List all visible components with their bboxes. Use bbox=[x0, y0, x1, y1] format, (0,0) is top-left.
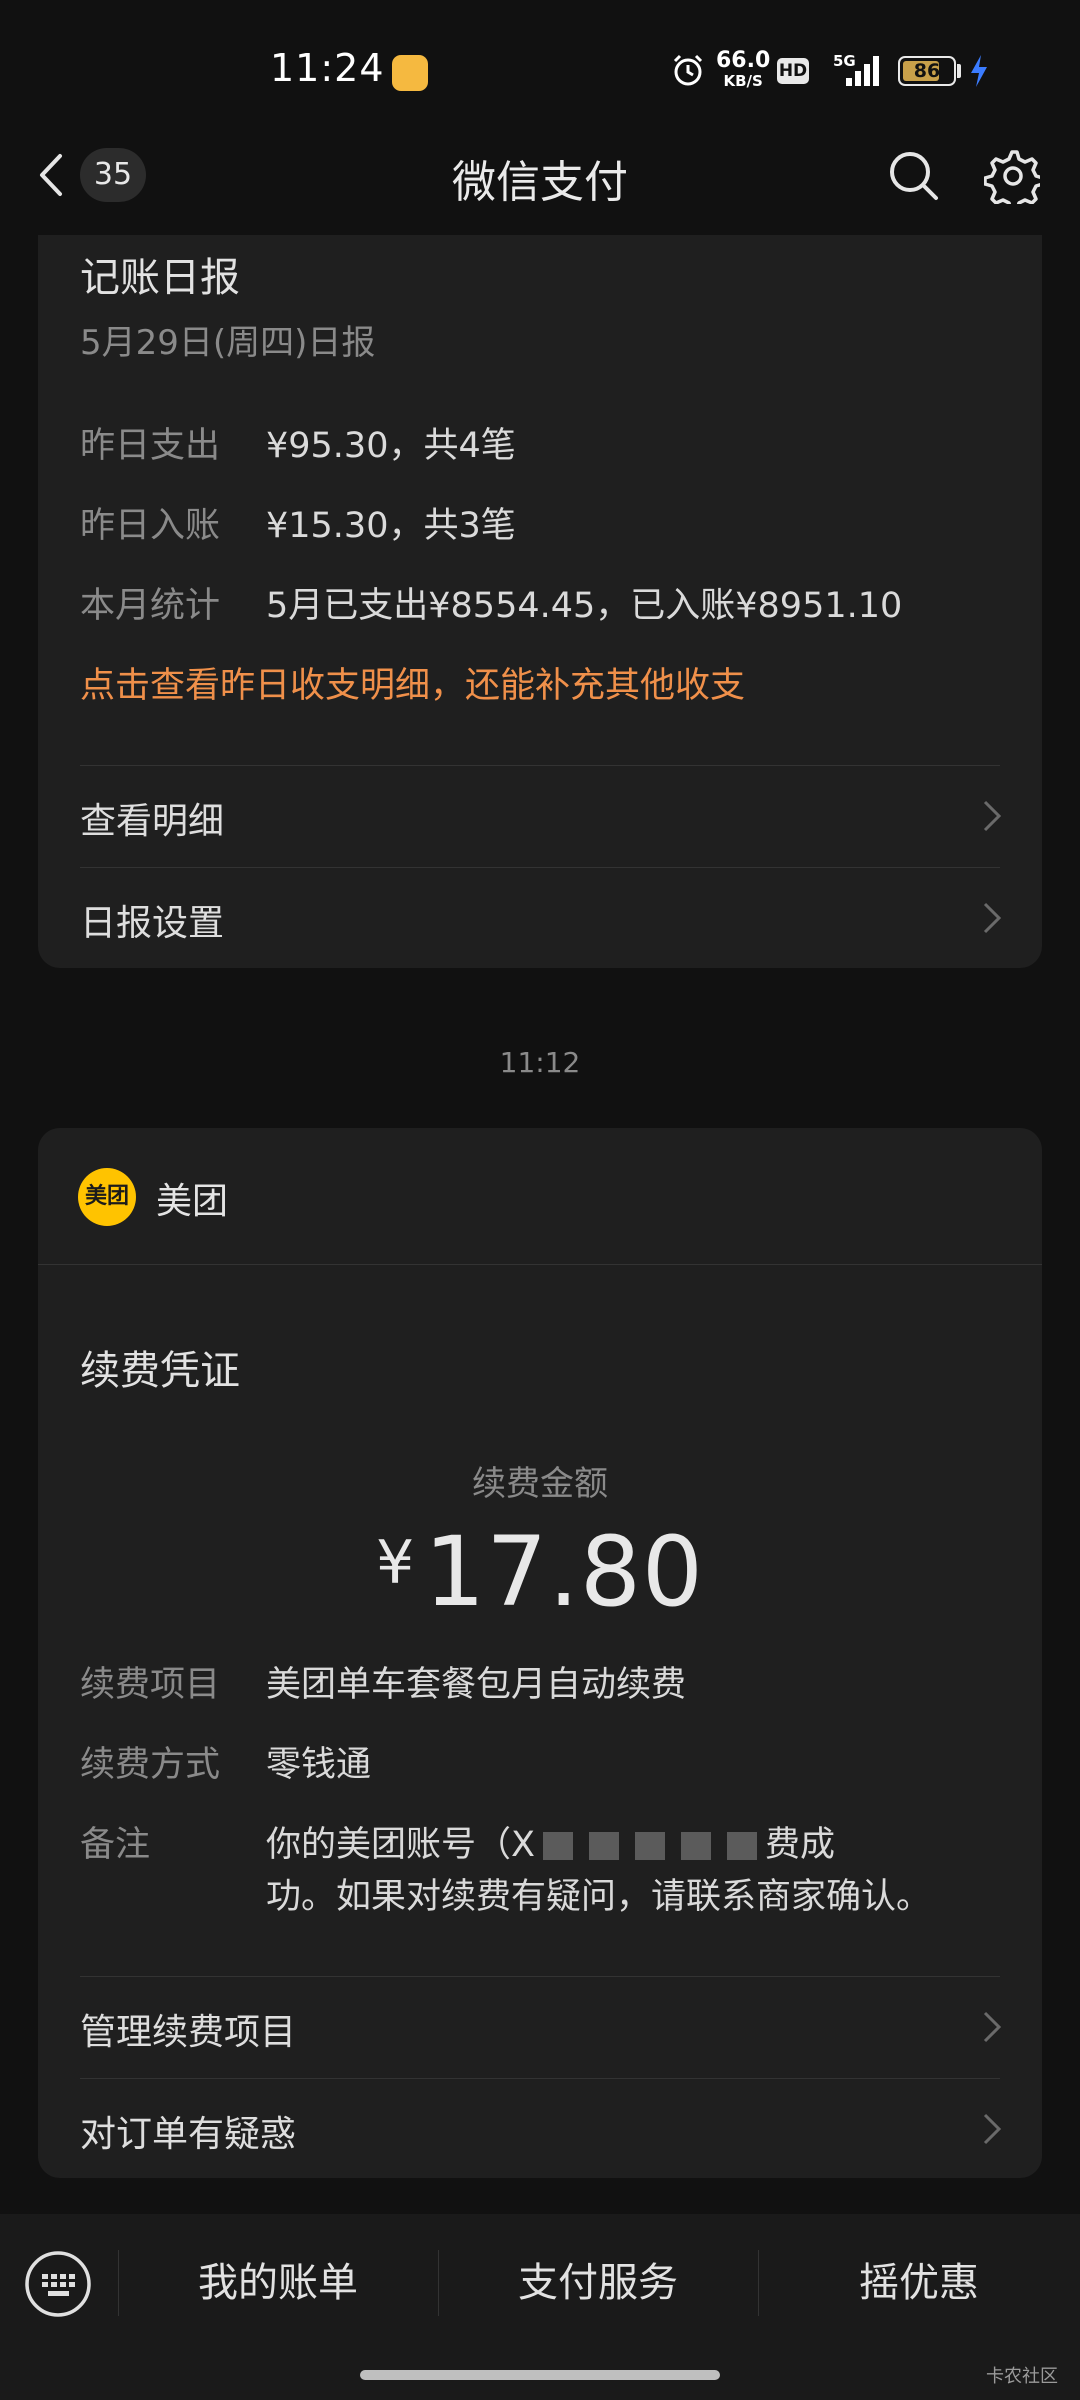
redacted-block bbox=[588, 1832, 619, 1860]
alarm-icon bbox=[673, 54, 703, 86]
report-settings-label: 日报设置 bbox=[80, 903, 225, 944]
order-question-link[interactable]: 对订单有疑惑 bbox=[80, 2079, 1002, 2179]
month-stats-value: 5月已支出¥8554.45，已入账¥8951.10 bbox=[266, 586, 903, 626]
amount: ¥17.80 bbox=[38, 1516, 1042, 1628]
divider bbox=[38, 1264, 1042, 1265]
home-indicator[interactable] bbox=[360, 2370, 720, 2380]
merchant-name: 美团 bbox=[156, 1181, 229, 1222]
renewal-item-value: 美团单车套餐包月自动续费 bbox=[266, 1665, 687, 1705]
signal-icon bbox=[846, 56, 879, 86]
redacted-block bbox=[726, 1832, 757, 1860]
watermark: 卡农社区 bbox=[986, 2366, 1058, 2387]
daily-report-title: 记账日报 bbox=[80, 255, 240, 301]
keyboard-icon[interactable] bbox=[24, 2250, 92, 2318]
payment-method-label: 续费方式 bbox=[80, 1745, 221, 1785]
view-details-label: 查看明细 bbox=[80, 801, 225, 842]
month-stats-label: 本月统计 bbox=[80, 586, 221, 626]
chevron-right-icon bbox=[983, 2011, 1002, 2043]
payment-method-value: 零钱通 bbox=[266, 1745, 372, 1785]
network-speed: 66.0 KB/S bbox=[716, 50, 770, 89]
chevron-right-icon bbox=[983, 800, 1002, 832]
charging-icon bbox=[971, 55, 987, 87]
manage-renewal-label: 管理续费项目 bbox=[80, 2012, 297, 2053]
redacted-block bbox=[542, 1832, 573, 1860]
hd-badge: HD bbox=[777, 58, 809, 84]
daily-report-card[interactable]: 记账日报 5月29日(周四)日报 昨日支出 ¥95.30，共4笔 昨日入账 ¥1… bbox=[38, 235, 1042, 968]
remark-line-2: 功。如果对续费有疑问，请联系商家确认。 bbox=[266, 1877, 932, 1917]
battery-icon: 86 bbox=[898, 56, 956, 86]
report-settings-link[interactable]: 日报设置 bbox=[80, 868, 1002, 968]
search-icon[interactable] bbox=[886, 148, 940, 202]
chevron-right-icon bbox=[983, 902, 1002, 934]
remark-line-1-end: 费成 bbox=[764, 1825, 835, 1865]
currency-symbol: ¥ bbox=[375, 1528, 415, 1598]
receipt-title: 续费凭证 bbox=[80, 1348, 240, 1394]
amount-value: 17.80 bbox=[424, 1516, 704, 1628]
renewal-receipt-card[interactable]: 美团 美团 续费凭证 续费金额 ¥17.80 续费项目 美团单车套餐包月自动续费… bbox=[38, 1128, 1042, 2178]
view-details-prompt[interactable]: 点击查看昨日收支明细，还能补充其他收支 bbox=[80, 657, 745, 708]
remark-line-1-start: 你的美团账号（X bbox=[266, 1825, 535, 1865]
menu-my-bills[interactable]: 我的账单 bbox=[118, 2248, 438, 2318]
order-question-label: 对订单有疑惑 bbox=[80, 2114, 297, 2155]
battery-tip bbox=[957, 64, 961, 78]
renewal-item-label: 续费项目 bbox=[80, 1665, 221, 1705]
view-details-link[interactable]: 查看明细 bbox=[80, 766, 1002, 866]
amount-label: 续费金额 bbox=[472, 1464, 608, 1504]
remark-label: 备注 bbox=[80, 1825, 151, 1865]
menu-shake-offers[interactable]: 摇优惠 bbox=[758, 2248, 1080, 2318]
network-speed-value: 66.0 bbox=[716, 48, 771, 73]
message-timestamp: 11:12 bbox=[499, 1046, 581, 1079]
yesterday-expense-value: ¥95.30，共4笔 bbox=[266, 426, 516, 466]
battery-level: 86 bbox=[913, 60, 941, 82]
manage-renewal-link[interactable]: 管理续费项目 bbox=[80, 1977, 1002, 2077]
remark-line-1: 你的美团账号（X 费成 bbox=[266, 1816, 835, 1867]
menu-payment-services[interactable]: 支付服务 bbox=[438, 2248, 758, 2318]
daily-report-date: 5月29日(周四)日报 bbox=[80, 323, 376, 363]
redacted-block bbox=[680, 1832, 711, 1860]
chevron-right-icon bbox=[983, 2113, 1002, 2145]
yesterday-income-label: 昨日入账 bbox=[80, 506, 221, 546]
network-speed-unit: KB/S bbox=[723, 72, 763, 90]
yesterday-expense-label: 昨日支出 bbox=[80, 426, 221, 466]
redacted-block bbox=[634, 1832, 665, 1860]
status-time: 11:24 bbox=[270, 46, 385, 90]
gear-icon[interactable] bbox=[984, 148, 1040, 204]
yesterday-income-value: ¥15.30，共3笔 bbox=[266, 506, 516, 546]
meituan-logo: 美团 bbox=[78, 1168, 136, 1226]
notification-app-icon bbox=[392, 55, 428, 91]
